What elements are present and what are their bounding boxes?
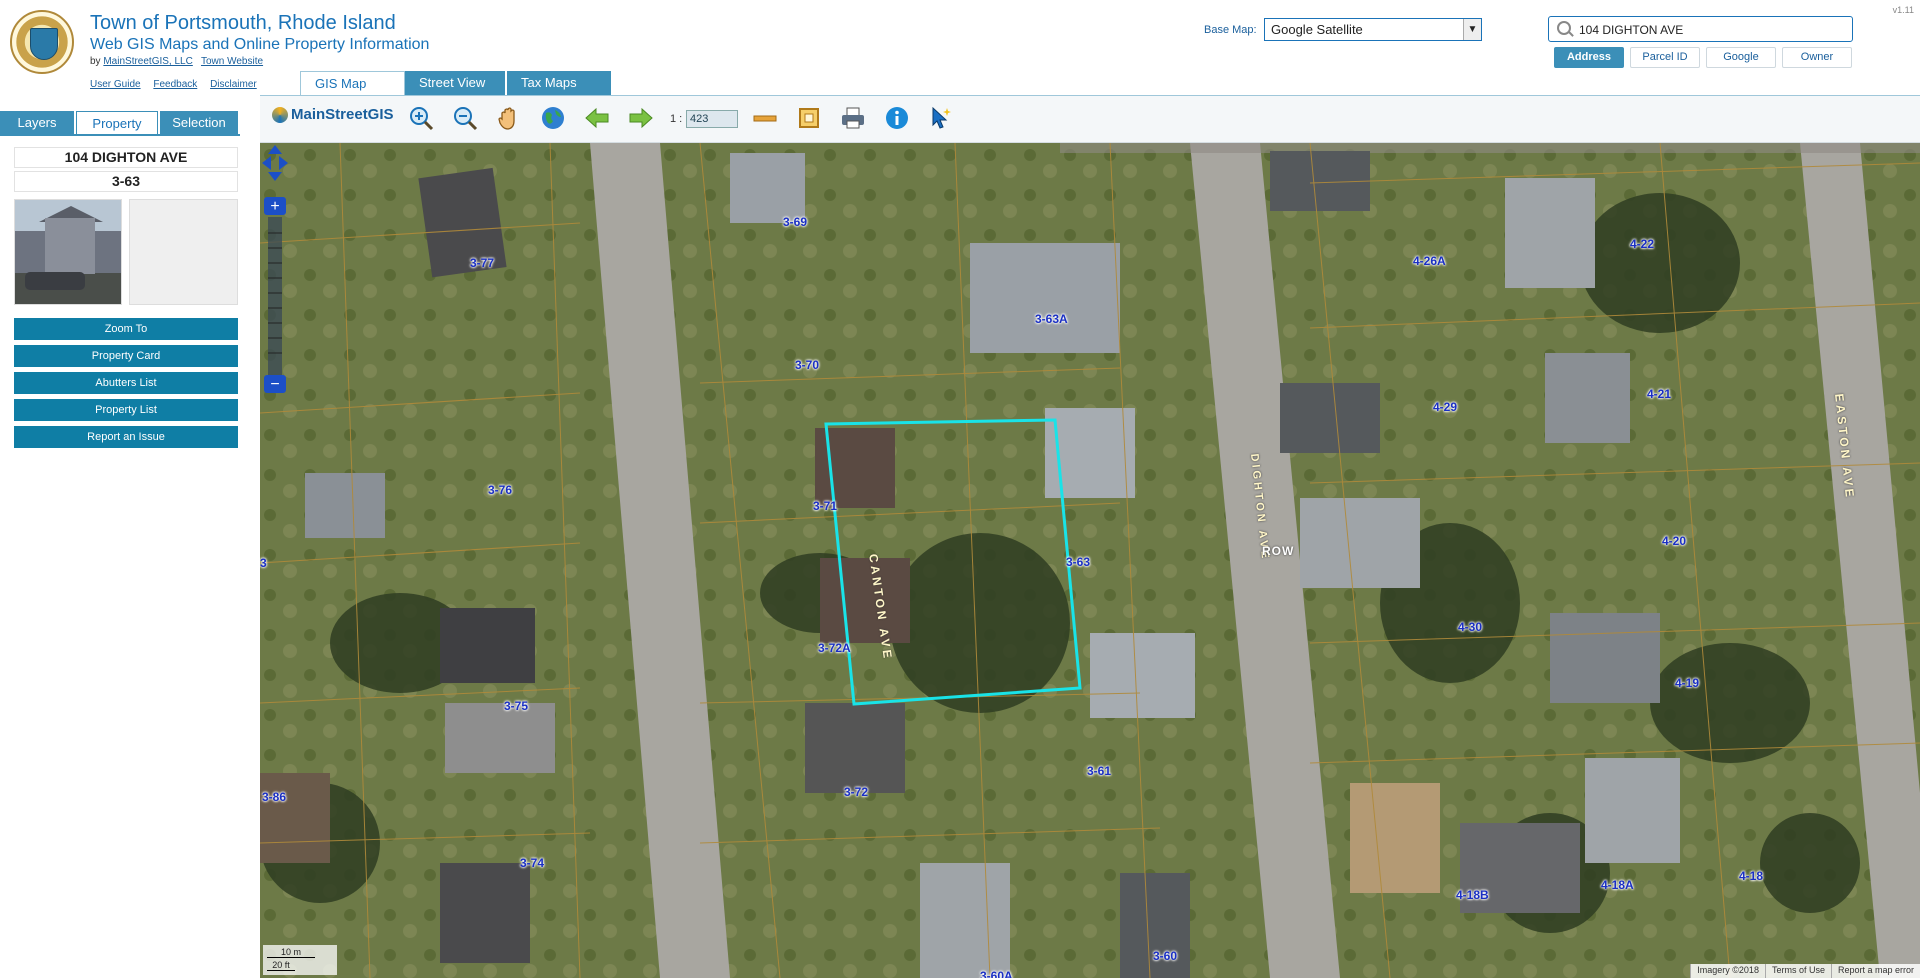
parcel-label[interactable]: 4-30: [1458, 620, 1482, 634]
parcel-label[interactable]: 3-76: [488, 483, 512, 497]
user-guide-link[interactable]: User Guide: [90, 79, 141, 90]
map-scalebar: 10 m 20 ft: [263, 945, 337, 975]
version-label: v1.11: [1892, 5, 1914, 15]
tab-street-view[interactable]: Street View: [405, 71, 505, 95]
select-pointer-icon[interactable]: [927, 104, 955, 132]
report-issue-button[interactable]: Report an Issue: [14, 426, 238, 448]
back-arrow-icon[interactable]: [583, 104, 611, 132]
parcel-label[interactable]: 3-86: [262, 790, 286, 804]
scale-prefix: 1 :: [670, 113, 683, 125]
search-type-owner[interactable]: Owner: [1782, 47, 1852, 68]
property-card-button[interactable]: Property Card: [14, 345, 238, 367]
parcel-label[interactable]: 3-72A: [818, 641, 851, 655]
search-input[interactable]: 104 DIGHTON AVE: [1548, 16, 1853, 42]
parcel-label[interactable]: 3-63A: [1035, 312, 1068, 326]
basemap-select[interactable]: Google Satellite ▼: [1264, 18, 1482, 41]
byline-prefix: by: [90, 56, 101, 67]
parcel-label[interactable]: 3-60A: [980, 969, 1013, 978]
parcel-label[interactable]: 4-18A: [1601, 878, 1634, 892]
parcel-label-selected[interactable]: 3-63: [1066, 555, 1090, 569]
tab-property[interactable]: Property: [76, 111, 158, 135]
scalebar-imperial: 20 ft: [267, 960, 295, 971]
tab-gis-map[interactable]: GIS Map: [300, 71, 405, 96]
feedback-link[interactable]: Feedback: [153, 79, 197, 90]
page-subtitle: Web GIS Maps and Online Property Informa…: [90, 36, 430, 53]
disclaimer-link[interactable]: Disclaimer: [210, 79, 257, 90]
parcel-label[interactable]: 3-74: [520, 856, 544, 870]
top-links: User Guide Feedback Disclaimer: [90, 79, 267, 90]
tab-layers[interactable]: Layers: [0, 111, 74, 135]
map-view[interactable]: 3-69 3-77 3-63A 3-70 3-76 3-71 3-63 3-72…: [260, 143, 1920, 978]
basemap-selected-value: Google Satellite: [1271, 22, 1363, 37]
property-photo[interactable]: [14, 199, 122, 305]
map-attribution: Imagery ©2018 Terms of Use Report a map …: [1690, 964, 1920, 978]
left-panel-divider: [0, 134, 240, 136]
parcel-label[interactable]: 3-77: [470, 256, 494, 270]
parcel-label[interactable]: 4-18B: [1456, 888, 1489, 902]
property-parcel-id: 3-63: [14, 171, 238, 192]
search-value: 104 DIGHTON AVE: [1579, 23, 1684, 37]
print-icon[interactable]: [839, 104, 867, 132]
parcel-label[interactable]: 4-18: [1739, 869, 1763, 883]
parcel-label[interactable]: 4-21: [1647, 387, 1671, 401]
scalebar-metric: 10 m: [267, 947, 315, 958]
tab-selection[interactable]: Selection: [160, 111, 238, 135]
parcel-label[interactable]: 3-70: [795, 358, 819, 372]
mainstreetgis-logo: MainStreetGIS: [272, 106, 394, 124]
pan-hand-icon[interactable]: [495, 104, 523, 132]
town-seal-logo: [10, 10, 74, 74]
search-type-address[interactable]: Address: [1554, 47, 1624, 68]
page-title: Town of Portsmouth, Rhode Island: [90, 12, 396, 34]
parcel-label[interactable]: 4-22: [1630, 237, 1654, 251]
property-address: 104 DIGHTON AVE: [14, 147, 238, 168]
parcel-label[interactable]: 3: [260, 556, 267, 570]
property-list-button[interactable]: Property List: [14, 399, 238, 421]
info-icon[interactable]: [883, 104, 911, 132]
terms-of-use-link[interactable]: Terms of Use: [1764, 964, 1831, 978]
parcel-label[interactable]: 3-60: [1153, 949, 1177, 963]
scale-input[interactable]: 423: [686, 110, 738, 128]
property-photo-placeholder: [129, 199, 238, 305]
parcel-label[interactable]: 3-69: [783, 215, 807, 229]
measure-icon[interactable]: [751, 104, 779, 132]
svg-text:+: +: [270, 198, 279, 215]
search-icon: [1557, 21, 1571, 35]
zoom-to-button[interactable]: Zoom To: [14, 318, 238, 340]
globe-icon[interactable]: [539, 104, 567, 132]
tab-tax-maps[interactable]: Tax Maps: [507, 71, 611, 95]
map-nav-control[interactable]: + −: [260, 143, 290, 443]
company-link[interactable]: MainStreetGIS, LLC: [103, 56, 192, 67]
parcel-label[interactable]: 3-71: [813, 499, 837, 513]
zoom-out-icon[interactable]: [451, 104, 479, 132]
abutters-list-button[interactable]: Abutters List: [14, 372, 238, 394]
basemap-label: Base Map:: [1204, 24, 1257, 36]
chevron-down-icon[interactable]: ▼: [1463, 19, 1481, 40]
search-type-google[interactable]: Google: [1706, 47, 1776, 68]
zoom-in-icon[interactable]: [407, 104, 435, 132]
parcel-label[interactable]: 4-26A: [1413, 254, 1446, 268]
parcel-label[interactable]: 3-61: [1087, 764, 1111, 778]
parcel-label[interactable]: 4-20: [1662, 534, 1686, 548]
report-map-error-link[interactable]: Report a map error: [1830, 964, 1920, 978]
imagery-credit: Imagery ©2018: [1690, 964, 1765, 978]
parcel-label[interactable]: 4-29: [1433, 400, 1457, 414]
town-website-link[interactable]: Town Website: [201, 56, 263, 67]
extent-icon[interactable]: [795, 104, 823, 132]
street-label-row: ROW: [1262, 544, 1295, 558]
svg-text:−: −: [270, 376, 279, 393]
parcel-label[interactable]: 4-19: [1675, 676, 1699, 690]
parcel-label[interactable]: 3-72: [844, 785, 868, 799]
parcel-label[interactable]: 3-75: [504, 699, 528, 713]
byline: by MainStreetGIS, LLC Town Website: [90, 56, 263, 67]
forward-arrow-icon[interactable]: [627, 104, 655, 132]
search-type-parcel-id[interactable]: Parcel ID: [1630, 47, 1700, 68]
